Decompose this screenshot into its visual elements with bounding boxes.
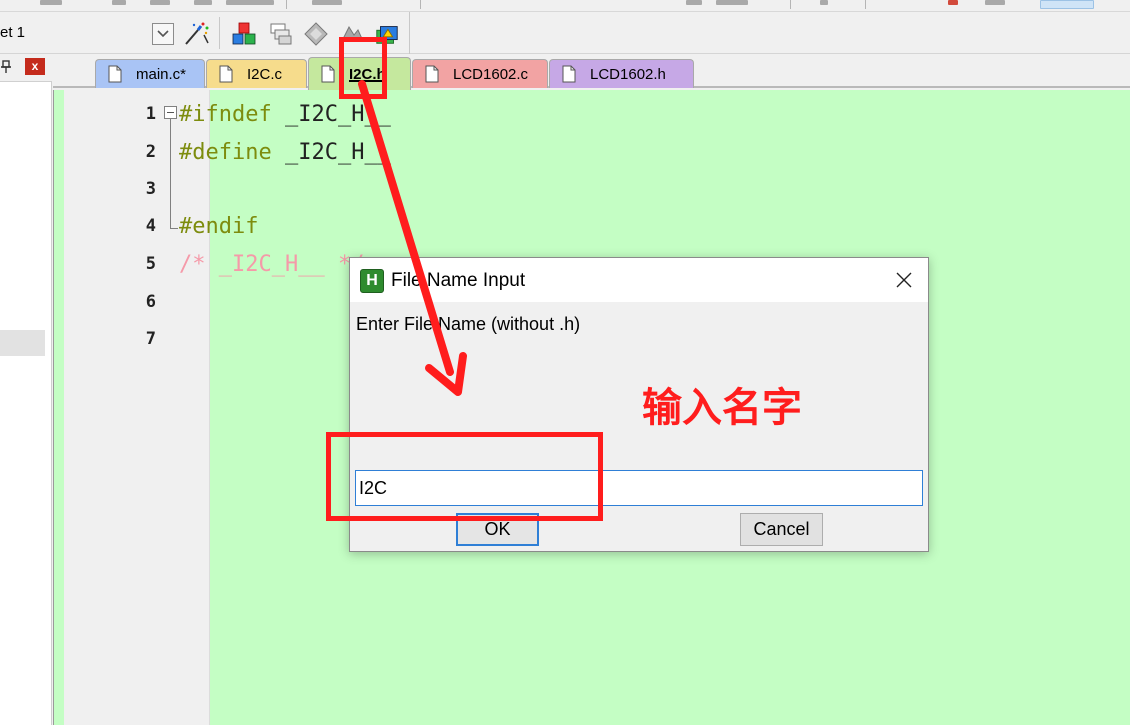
- toolbar-fragment: [194, 0, 212, 5]
- file-icon: [425, 65, 439, 83]
- code-identifier: _I2C_H__: [284, 102, 391, 127]
- tab-label: main.c*: [136, 65, 187, 83]
- code-line[interactable]: #ifndef _I2C_H__: [179, 102, 391, 127]
- tab-lcd1602-h[interactable]: LCD1602.h: [549, 59, 694, 88]
- annotation-highlight-input: [326, 432, 603, 521]
- app-icon: H: [360, 269, 384, 293]
- toolbar-fragment: [226, 0, 274, 5]
- dialog-prompt: Enter File Name (without .h): [356, 314, 581, 334]
- line-number: 1: [145, 104, 156, 124]
- code-identifier: _I2C_H__: [284, 140, 391, 165]
- line-number: 5: [145, 254, 156, 274]
- editor-tab-strip: main.c* I2C.c I2C.h LCD1602.c LCD1602.h: [53, 54, 1130, 90]
- tab-lcd1602-c[interactable]: LCD1602.c: [412, 59, 548, 88]
- close-icon[interactable]: [888, 267, 920, 293]
- file-icon: [562, 65, 576, 83]
- project-pane-header: x: [0, 54, 52, 82]
- cancel-button[interactable]: Cancel: [740, 513, 823, 546]
- fold-guide: [170, 119, 171, 228]
- tab-main-c[interactable]: main.c*: [95, 59, 205, 88]
- dialog-titlebar[interactable]: H File Name Input: [350, 258, 928, 302]
- tab-i2c-c[interactable]: I2C.c: [206, 59, 307, 88]
- tab-label: I2C.c: [247, 65, 283, 83]
- project-pane: x: [0, 54, 52, 725]
- code-line[interactable]: #endif: [179, 214, 258, 239]
- close-icon[interactable]: x: [25, 58, 45, 75]
- line-number: 6: [145, 292, 156, 312]
- toolbar-fragment: [1040, 0, 1094, 9]
- toolbar-fragment: [820, 0, 828, 5]
- line-number: 7: [145, 329, 156, 349]
- diamond-icon[interactable]: [303, 21, 329, 47]
- code-line[interactable]: #define _I2C_H__: [179, 140, 391, 165]
- fold-guide-end: [170, 228, 178, 229]
- file-icon: [108, 65, 122, 83]
- toolbar-fragment: [985, 0, 1005, 5]
- annotation-highlight-tab: [339, 37, 387, 99]
- window-layout-icon[interactable]: [268, 21, 294, 47]
- code-directive: #ifndef: [179, 102, 272, 127]
- pin-icon[interactable]: [0, 60, 12, 74]
- annotation-text: 输入名字: [642, 385, 802, 431]
- toolbar-fragment: [948, 0, 958, 5]
- toolbar-fragment: [150, 0, 170, 5]
- line-number: 4: [145, 216, 156, 236]
- code-directive: #endif: [179, 214, 259, 239]
- code-line[interactable]: /* _I2C_H__ */: [179, 252, 364, 277]
- tab-label: LCD1602.c: [453, 65, 529, 83]
- toolbar: et 1: [0, 12, 1130, 54]
- line-number: 3: [145, 179, 156, 199]
- target-label: et 1: [0, 24, 26, 41]
- toolbar-fragment: [716, 0, 748, 5]
- fold-toggle-icon[interactable]: [164, 106, 177, 119]
- top-toolbar-strip: [0, 0, 1130, 12]
- toolbar-fragment: [686, 0, 702, 5]
- target-dropdown-button[interactable]: [152, 23, 174, 45]
- file-icon: [219, 65, 233, 83]
- toolbar-fragment: [112, 0, 126, 5]
- chevron-down-icon: [157, 30, 169, 38]
- manage-components-icon[interactable]: [231, 21, 257, 47]
- wand-icon[interactable]: [182, 21, 210, 47]
- file-icon: [321, 65, 335, 83]
- toolbar-fragment: [40, 0, 62, 5]
- code-directive: #define: [179, 140, 272, 165]
- toolbar-fragment: [312, 0, 342, 5]
- code-comment: /* _I2C_H__ */: [179, 252, 365, 277]
- line-number: 2: [145, 142, 156, 162]
- dialog-title: File Name Input: [391, 270, 526, 291]
- project-tree-selected-row[interactable]: [0, 330, 45, 356]
- tab-label: LCD1602.h: [590, 65, 666, 83]
